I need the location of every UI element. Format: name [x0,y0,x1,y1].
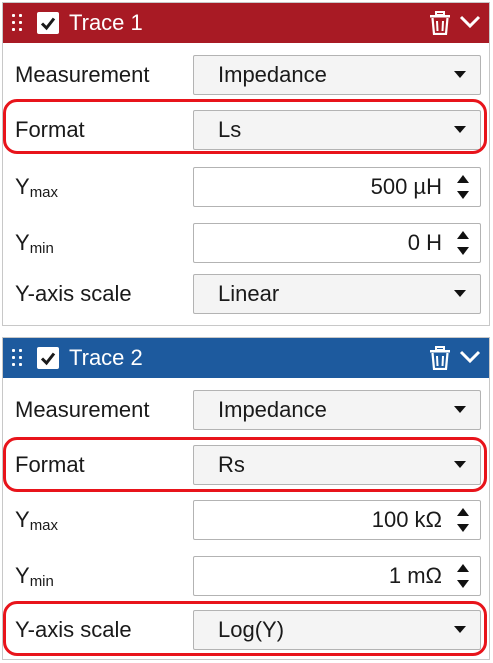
trace2-header[interactable]: Trace 2 [3,338,489,378]
trace2-format-select[interactable]: Rs [193,445,481,485]
measurement-label: Measurement [15,397,150,422]
ymin-label: Ymin [15,563,54,590]
trace1-ymin-input[interactable]: 0 H [193,223,481,263]
chevron-down-icon[interactable] [459,350,481,369]
chevron-down-icon[interactable] [459,15,481,34]
trace2-enable-checkbox[interactable] [37,347,59,369]
trace2-yscale-select[interactable]: Log(Y) [193,610,481,650]
drag-handle-icon[interactable] [12,349,24,367]
select-value: Rs [218,452,245,477]
ymin-label: Ymin [15,230,54,257]
caret-down-icon [454,406,466,413]
yscale-label: Y-axis scale [15,617,132,642]
input-value: 100 kΩ [371,507,442,532]
trace2-ymax-input[interactable]: 100 kΩ [193,500,481,540]
drag-handle-icon[interactable] [12,14,24,32]
select-value: Impedance [218,397,327,422]
trace1-format-row: Format Ls [3,106,489,154]
spin-up-down-icon[interactable] [456,230,470,258]
trace2-yscale-row: Y-axis scale Log(Y) [3,606,489,654]
trace2-title: Trace 2 [69,345,143,370]
spin-up-down-icon[interactable] [456,563,470,591]
select-value: Impedance [218,62,327,87]
yscale-label: Y-axis scale [15,281,132,306]
trace1-ymin-row: Ymin 0 H [3,219,489,267]
trace1-measurement-select[interactable]: Impedance [193,55,481,95]
input-value: 0 H [407,230,442,255]
trash-icon[interactable] [429,346,451,375]
trace1-ymax-input[interactable]: 500 µH [193,167,481,207]
trace2-ymin-input[interactable]: 1 mΩ [193,556,481,596]
trace2-measurement-select[interactable]: Impedance [193,390,481,430]
trace2-format-row: Format Rs [3,441,489,489]
spin-up-down-icon[interactable] [456,174,470,202]
select-value: Linear [218,281,280,306]
ymax-label: Ymax [15,174,59,201]
format-label: Format [15,117,85,142]
trace1-measurement-row: Measurement Impedance [3,51,489,99]
trace1-title: Trace 1 [69,10,143,35]
spin-up-down-icon[interactable] [456,507,470,535]
caret-down-icon [454,71,466,78]
trace1-yscale-row: Y-axis scale Linear [3,270,489,318]
trace1-ymax-row: Ymax 500 µH [3,163,489,211]
trace1-format-select[interactable]: Ls [193,110,481,150]
trace2-measurement-row: Measurement Impedance [3,386,489,434]
trace2-panel: Trace 2 Measurement Impedance Format Rs … [2,337,490,660]
select-value: Ls [218,117,242,142]
trace2-ymin-row: Ymin 1 mΩ [3,552,489,600]
select-value: Log(Y) [218,617,285,642]
trace1-enable-checkbox[interactable] [37,12,59,34]
caret-down-icon [454,126,466,133]
input-value: 500 µH [370,174,442,199]
trace1-yscale-select[interactable]: Linear [193,274,481,314]
checkbox-checked-icon [40,17,56,31]
caret-down-icon [454,626,466,633]
format-label: Format [15,452,85,477]
caret-down-icon [454,290,466,297]
trace2-ymax-row: Ymax 100 kΩ [3,496,489,544]
checkbox-checked-icon [40,352,56,366]
trace1-panel: Trace 1 Measurement Impedance Format Ls … [2,2,490,326]
measurement-label: Measurement [15,62,150,87]
trace1-header[interactable]: Trace 1 [3,3,489,43]
caret-down-icon [454,461,466,468]
trash-icon[interactable] [429,11,451,40]
input-value: 1 mΩ [388,563,442,588]
ymax-label: Ymax [15,507,59,534]
